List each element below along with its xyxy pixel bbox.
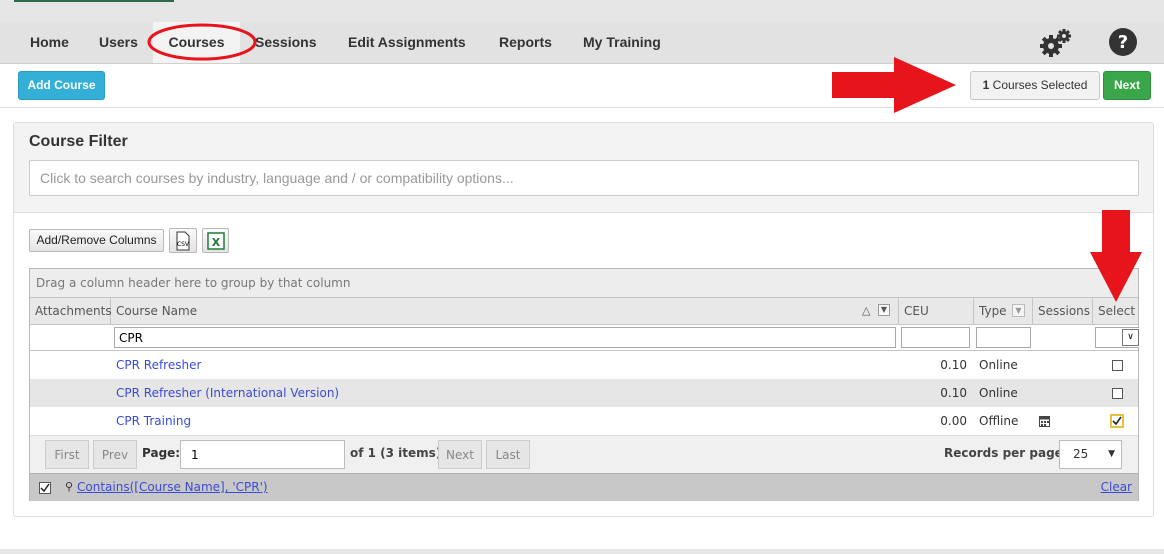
select-filter-dropdown[interactable]: ∨ [1095,327,1139,348]
nav-home[interactable]: Home [30,22,69,63]
filter-funnel-icon: ⚲ [65,480,74,493]
highlight-ellipse [147,23,257,61]
clear-filter-link[interactable]: Clear [1101,480,1132,494]
table-row: CPR Refresher (International Version) 0.… [30,379,1138,407]
select-checkbox[interactable] [1112,360,1123,371]
select-checkbox[interactable] [1112,388,1123,399]
column-header-type[interactable]: Type ▼ [974,298,1033,324]
ceu-value: 0.10 [940,358,967,372]
csv-export-icon: CSV [176,231,190,251]
checkmark-icon [40,483,50,493]
course-name-link[interactable]: CPR Refresher (International Version) [116,379,339,407]
course-filter-input[interactable] [29,160,1139,196]
nav-edit-assignments[interactable]: Edit Assignments [348,22,466,63]
page-count-text: of 1 (3 items) [350,446,442,460]
grid-pager: First Prev Page: of 1 (3 items) Next Las… [30,435,1138,474]
excel-export-button[interactable]: X [202,228,229,253]
records-per-page-label: Records per page: [944,446,1068,460]
column-header-course-name[interactable]: Course Name △ ▼ [111,298,899,324]
selected-count: 1 [982,78,990,92]
nav-sessions[interactable]: Sessions [255,22,316,63]
column-header-attachments[interactable]: Attachments [30,298,112,324]
logo-fragment [14,0,174,2]
records-per-page-value: 25 [1073,447,1089,461]
type-value: Online [979,386,1018,400]
page-label: Page: [142,446,181,460]
annotation-arrow-right [832,57,956,113]
annotation-arrow-down [1090,210,1142,302]
calendar-icon[interactable] [1039,415,1050,427]
csv-export-button[interactable]: CSV [169,228,197,253]
action-toolbar: Add Course 1 Courses Selected Next [0,64,1164,108]
prev-page-button[interactable]: Prev [93,440,137,469]
group-by-panel[interactable]: Drag a column header here to group by th… [30,269,1138,298]
type-value: Offline [979,414,1019,428]
checkmark-icon [1112,416,1122,426]
filter-enabled-checkbox[interactable] [39,482,51,494]
selected-text: Courses Selected [992,78,1088,92]
courses-selected-button[interactable]: 1 Courses Selected [970,71,1100,100]
course-name-link[interactable]: CPR Refresher [116,351,201,379]
type-filter-menu-icon[interactable]: ▼ [1012,304,1025,317]
add-course-button[interactable]: Add Course [18,71,105,100]
excel-export-icon: X [206,232,225,250]
first-page-button[interactable]: First [45,440,89,469]
ceu-value: 0.10 [940,386,967,400]
courses-grid: Drag a column header here to group by th… [29,268,1139,501]
ceu-value: 0.00 [940,414,967,428]
page-bottom-strip [0,549,1164,554]
course-filter-area: Course Filter [14,123,1153,213]
course-name-filter-input[interactable] [114,327,896,348]
type-filter-input[interactable] [976,327,1031,348]
select-checkbox-checked[interactable] [1110,414,1124,428]
column-header-course-name-label: Course Name [116,304,198,318]
chevron-down-icon: ∨ [1122,329,1139,346]
course-name-link[interactable]: CPR Training [116,407,191,435]
sort-ascending-icon: △ [862,304,871,317]
course-filter-title: Course Filter [29,133,128,150]
next-page-button[interactable]: Next [438,440,482,469]
course-panel: Course Filter Add/Remove Columns CSV X D… [13,122,1154,517]
ceu-filter-input[interactable] [901,327,970,348]
column-header-sessions[interactable]: Sessions [1033,298,1093,324]
column-header-ceu[interactable]: CEU [899,298,974,324]
grid-filter-row: ∨ [30,325,1139,351]
active-filter-bar: ⚲ Contains([Course Name], 'CPR') Clear [30,473,1138,501]
nav-users[interactable]: Users [99,22,138,63]
table-row: CPR Refresher 0.10 Online [30,351,1138,379]
course-name-filter-menu-icon[interactable]: ▼ [878,304,890,316]
table-row: CPR Training 0.00 Offline [30,407,1138,435]
page-number-input[interactable] [180,440,345,469]
svg-text:CSV: CSV [177,241,190,248]
svg-text:X: X [211,236,220,249]
records-per-page-select[interactable]: 25 ▼ [1059,440,1122,469]
help-icon[interactable]: ? [1108,27,1138,57]
add-remove-columns-button[interactable]: Add/Remove Columns [29,229,164,252]
last-page-button[interactable]: Last [486,440,530,469]
gears-icon[interactable] [1038,28,1074,58]
nav-reports[interactable]: Reports [499,22,552,63]
next-button[interactable]: Next [1103,71,1151,100]
type-value: Online [979,358,1018,372]
nav-my-training[interactable]: My Training [583,22,661,63]
svg-text:?: ? [1118,32,1128,53]
chevron-down-icon: ▼ [1108,449,1115,459]
filter-expression-link[interactable]: Contains([Course Name], 'CPR') [77,480,268,494]
column-header-type-label: Type [979,304,1007,318]
top-strip [0,0,1164,22]
grid-header-row: Attachments Course Name △ ▼ CEU Type ▼ S… [30,298,1138,325]
